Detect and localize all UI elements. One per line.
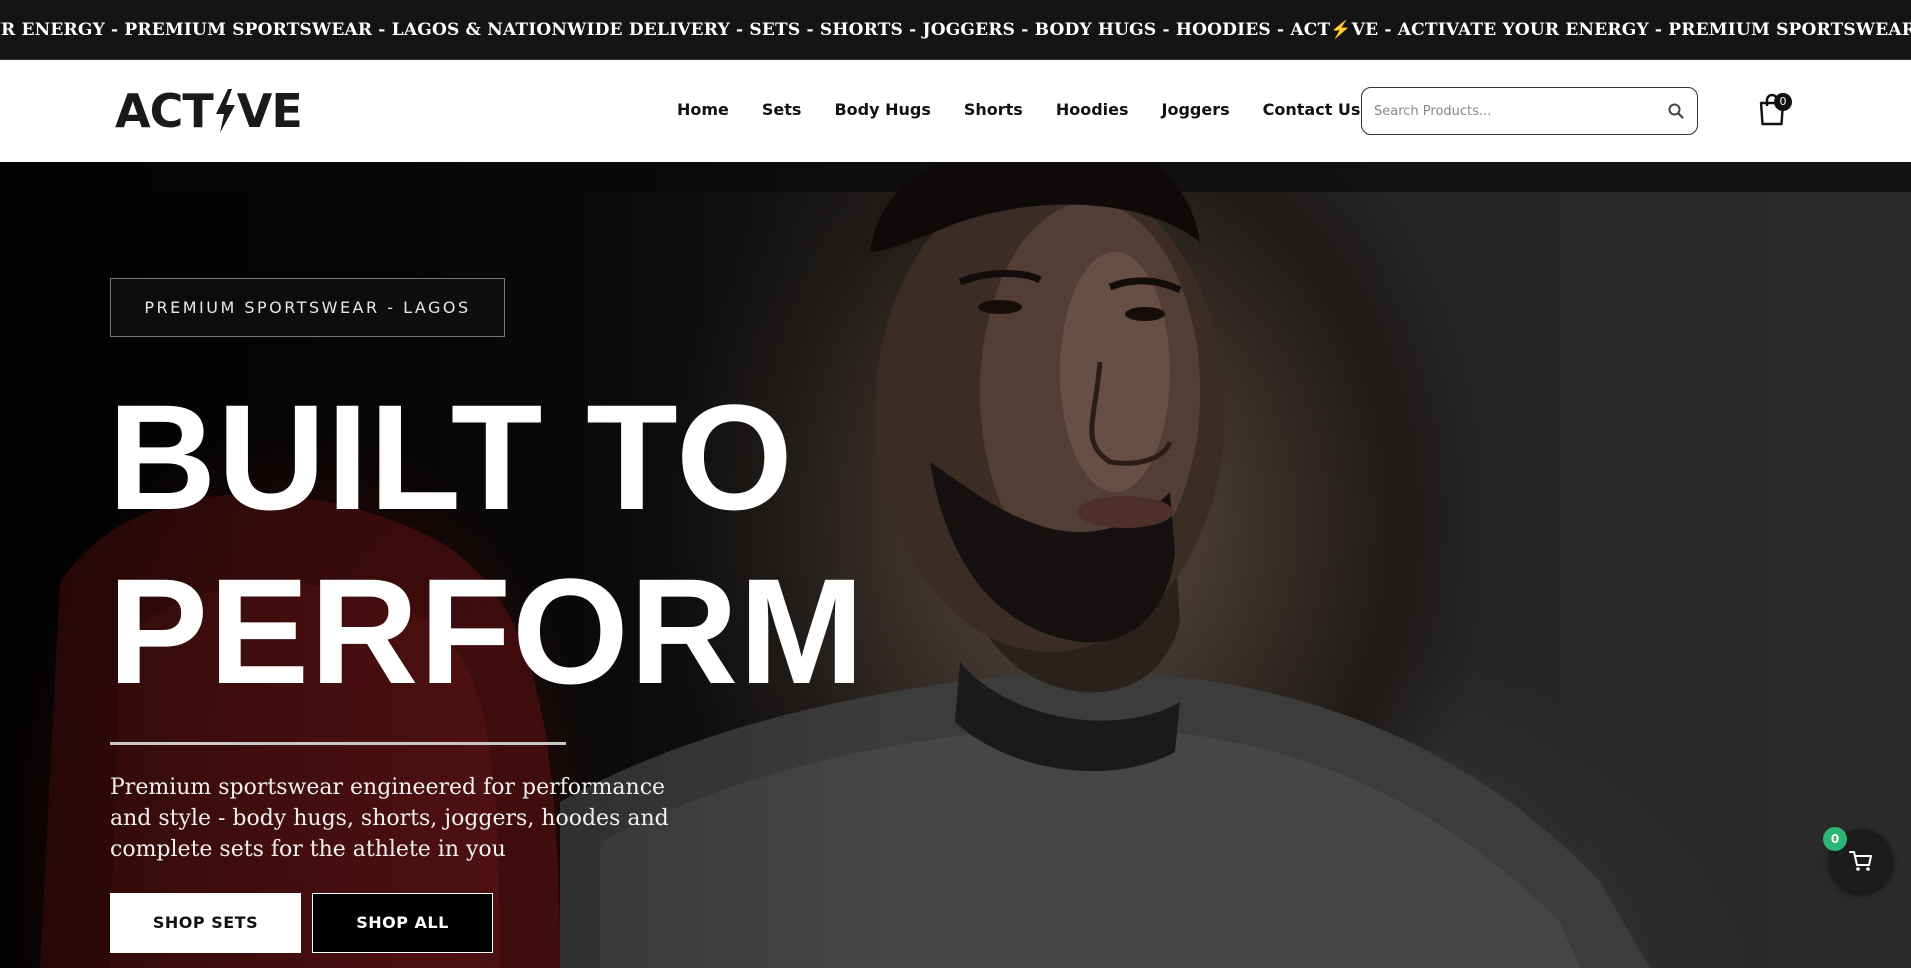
lightning-bolt-icon: ⚡ [1330, 20, 1352, 40]
nav-item-sets[interactable]: Sets [762, 98, 802, 122]
nav-item-home[interactable]: Home [677, 98, 729, 122]
cart-count-badge: 0 [1774, 93, 1792, 111]
brand-logo[interactable]: ACT VE [115, 84, 303, 138]
shop-sets-button[interactable]: SHOP SETS [110, 893, 301, 953]
hero-tagline-badge: PREMIUM SPORTSWEAR - LAGOS [110, 278, 505, 337]
main-nav: Home Sets Body Hugs Shorts Hoodies Jogge… [677, 98, 1393, 122]
search-box [1361, 87, 1698, 135]
hero-section: PREMIUM SPORTSWEAR - LAGOS BUILT TO PERF… [0, 162, 1911, 968]
hero-headline: BUILT TO PERFORM [108, 370, 928, 718]
hero-divider [110, 742, 566, 745]
search-icon[interactable] [1667, 102, 1685, 120]
nav-item-hoodies[interactable]: Hoodies [1056, 98, 1129, 122]
shopping-cart-icon [1849, 851, 1872, 871]
ticker-text-part-1: UR ENERGY - PREMIUM SPORTSWEAR - LAGOS &… [0, 20, 1331, 40]
logo-text-left: ACT [115, 84, 214, 138]
site-header: ACT VE Home Sets Body Hugs Shorts Hoodie… [0, 60, 1911, 162]
shop-all-button[interactable]: SHOP ALL [312, 893, 493, 953]
nav-item-contact-us[interactable]: Contact Us [1263, 98, 1361, 122]
ticker-text-part-2: VE - ACTIVATE YOUR ENERGY - PREMIUM SPOR… [1351, 20, 1911, 40]
logo-bolt-icon [215, 89, 235, 133]
hero-headline-line-2: PERFORM [108, 547, 865, 715]
ticker-text: UR ENERGY - PREMIUM SPORTSWEAR - LAGOS &… [0, 0, 1911, 59]
hero-headline-line-1: BUILT TO [108, 373, 794, 541]
floating-cart-count-badge: 0 [1823, 827, 1847, 851]
announcement-ticker: UR ENERGY - PREMIUM SPORTSWEAR - LAGOS &… [0, 0, 1911, 60]
hero-description: Premium sportswear engineered for perfor… [110, 775, 669, 862]
nav-item-joggers[interactable]: Joggers [1162, 98, 1230, 122]
nav-item-body-hugs[interactable]: Body Hugs [834, 98, 930, 122]
nav-item-shorts[interactable]: Shorts [964, 98, 1023, 122]
search-input[interactable] [1374, 88, 1654, 134]
logo-text-right: VE [236, 84, 303, 138]
